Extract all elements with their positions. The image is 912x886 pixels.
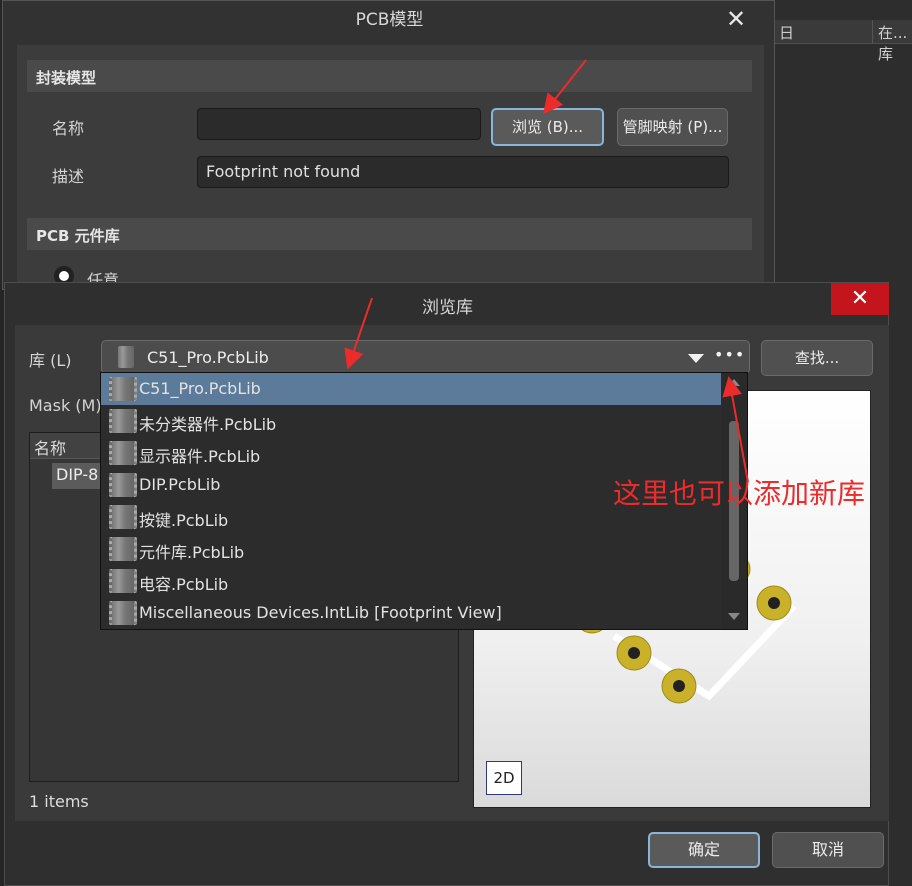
dropdown-item[interactable]: Miscellaneous Devices.IntLib [Footprint … [101,597,721,629]
dropdown-item[interactable]: 显示器件.PcbLib [101,437,721,469]
close-button[interactable]: ✕ [831,283,889,315]
view-2d-button[interactable]: 2D [486,761,522,795]
list-item-label: DIP-8 [56,465,99,484]
more-options-icon[interactable]: ••• [714,345,745,364]
scroll-up-icon[interactable] [728,379,740,386]
item-count: 1 items [29,792,89,811]
library-icon [109,505,137,529]
dialog-title: 浏览库 [422,298,473,318]
library-icon [109,441,137,465]
pcb-dialog-body: 封装模型 名称 浏览 (B)... 管脚映射 (P)... 描述 Footpri… [17,45,764,291]
cancel-button[interactable]: 取消 [772,832,884,868]
scroll-down-icon[interactable] [728,613,740,620]
background-column-fragment: 日 [779,24,795,42]
background-column-divider [872,20,873,44]
library-combobox[interactable]: C51_Pro.PcbLib ••• [101,340,750,374]
pin-map-button[interactable]: 管脚映射 (P)... [617,108,728,146]
pcb-model-dialog: PCB模型 ✕ 封装模型 名称 浏览 (B)... 管脚映射 (P)... 描述… [2,0,775,291]
library-icon [109,473,137,497]
library-icon [109,537,137,561]
ok-button[interactable]: 确定 [648,832,760,868]
column-header-name[interactable]: 名称 [34,435,66,459]
dropdown-item[interactable]: 电容.PcbLib [101,565,721,597]
chevron-down-icon[interactable] [688,354,704,363]
dropdown-item[interactable]: 未分类器件.PcbLib [101,405,721,437]
pad-hole [628,647,640,659]
library-icon [118,346,134,368]
close-icon[interactable]: ✕ [726,7,746,31]
selected-library: C51_Pro.PcbLib [147,348,269,367]
description-field[interactable]: Footprint not found [197,156,729,188]
dialog-title: PCB模型 [355,10,424,30]
description-label: 描述 [52,167,85,186]
pad-hole [768,597,780,609]
find-button[interactable]: 查找... [761,340,873,376]
pad-hole [673,680,685,692]
library-label: 库 (L) [29,351,72,370]
background-column-fragment: 在...库 [878,24,908,63]
browse-button[interactable]: 浏览 (B)... [491,108,604,146]
library-icon [109,409,137,433]
name-field[interactable] [197,108,481,140]
annotation-text: 这里也可以添加新库 [613,477,866,510]
library-icon [109,377,137,401]
mask-label: Mask (M) [29,396,102,415]
library-icon [109,601,137,625]
section-header-footprint: 封装模型 [27,60,752,92]
name-label: 名称 [52,119,85,138]
library-icon [109,569,137,593]
section-header-pcb-library: PCB 元件库 [27,218,752,250]
dropdown-item[interactable]: 元件库.PcbLib [101,533,721,565]
dropdown-item[interactable]: C51_Pro.PcbLib [101,373,721,405]
